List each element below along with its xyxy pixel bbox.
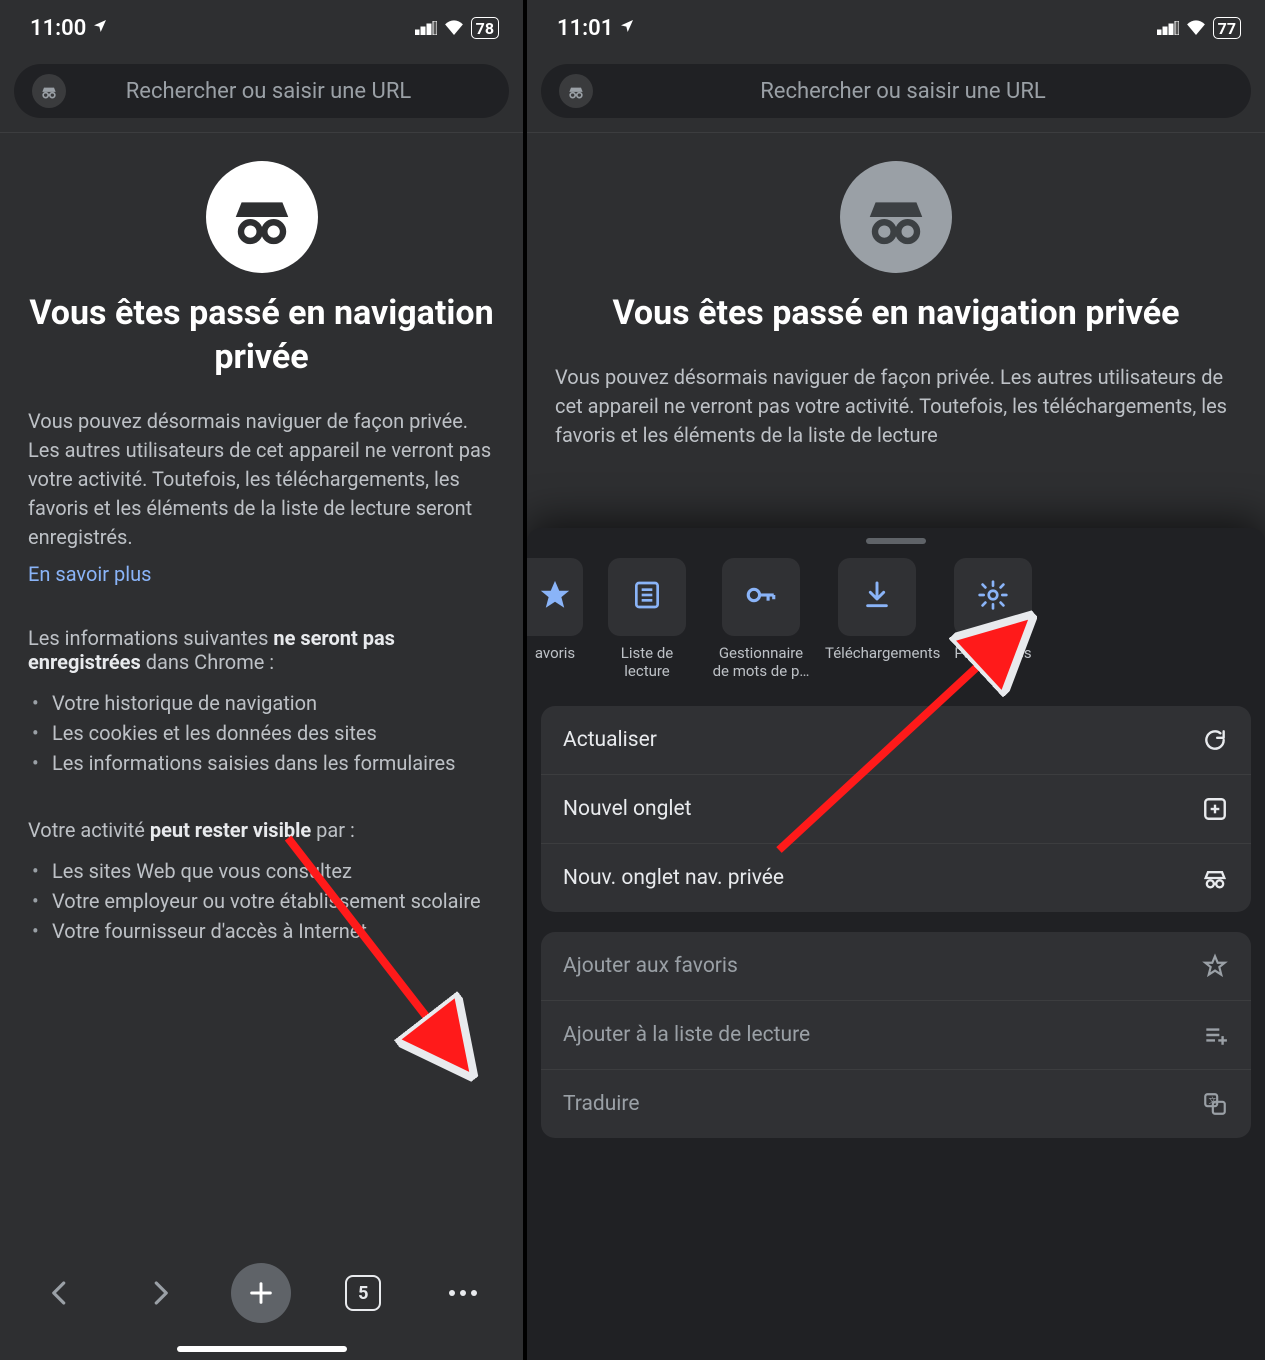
intro-paragraph: Vous pouvez désormais naviguer de façon … xyxy=(555,363,1237,450)
menu-label: Traduire xyxy=(563,1092,639,1116)
not-saved-heading: Les informations suivantes ne seront pas… xyxy=(28,626,495,674)
menu-label: Nouvel onglet xyxy=(563,797,692,821)
shortcut-label: avoris xyxy=(535,644,575,662)
menu-sheet: avoris Liste de lecture Gestionnaire de … xyxy=(527,528,1265,1360)
not-saved-list: Votre historique de navigation Les cooki… xyxy=(28,688,495,778)
incognito-content: Vous êtes passé en navigation privée Vou… xyxy=(527,133,1265,450)
incognito-hero-icon xyxy=(206,161,318,273)
list-item: Les cookies et les données des sites xyxy=(28,718,495,748)
add-list-icon xyxy=(1201,1021,1229,1049)
key-icon xyxy=(744,578,778,616)
status-bar: 11:01 77 xyxy=(527,0,1265,56)
menu-label: Nouv. onglet nav. privée xyxy=(563,866,784,890)
list-item: Les sites Web que vous consultez xyxy=(28,856,495,886)
shortcut-label: Liste de lecture xyxy=(597,644,697,680)
shortcut-label: Gestionnaire de mots de p… xyxy=(711,644,811,680)
incognito-icon xyxy=(32,74,66,108)
incognito-content: Vous êtes passé en navigation privée Vou… xyxy=(0,133,523,946)
shortcut-row[interactable]: avoris Liste de lecture Gestionnaire de … xyxy=(527,558,1265,686)
list-item: Votre historique de navigation xyxy=(28,688,495,718)
more-icon xyxy=(449,1290,477,1296)
back-button[interactable] xyxy=(32,1265,88,1321)
status-time: 11:01 xyxy=(557,16,613,41)
location-icon xyxy=(92,18,108,39)
hero-title: Vous êtes passé en navigation privée xyxy=(612,291,1179,335)
visible-heading: Votre activité peut rester visible par : xyxy=(28,818,495,842)
star-icon xyxy=(538,578,572,616)
list-icon xyxy=(631,579,663,615)
menu-block-secondary: Ajouter aux favoris Ajouter à la liste d… xyxy=(541,932,1251,1138)
omnibox-container: Rechercher ou saisir une URL xyxy=(0,56,523,133)
menu-item-add-reading-list[interactable]: Ajouter à la liste de lecture xyxy=(541,1001,1251,1070)
battery-indicator: 78 xyxy=(471,17,499,39)
shortcut-password-manager[interactable]: Gestionnaire de mots de p… xyxy=(711,558,811,680)
list-item: Votre fournisseur d'accès à Internet xyxy=(28,916,495,946)
translate-icon: 文 xyxy=(1201,1090,1229,1118)
new-tab-button[interactable] xyxy=(231,1263,291,1323)
omnibox-placeholder: Rechercher ou saisir une URL xyxy=(607,79,1199,104)
screenshot-left: 11:00 78 Rechercher ou saisir une URL xyxy=(0,0,527,1360)
menu-item-add-bookmark[interactable]: Ajouter aux favoris xyxy=(541,932,1251,1001)
incognito-icon xyxy=(559,74,593,108)
cellular-icon xyxy=(1157,16,1179,41)
screenshot-right: 11:01 77 Rechercher ou saisir une URL xyxy=(527,0,1265,1360)
learn-more-link[interactable]: En savoir plus xyxy=(28,562,151,586)
incognito-hero-icon xyxy=(840,161,952,273)
svg-text:文: 文 xyxy=(1209,1095,1217,1105)
shortcut-reading-list[interactable]: Liste de lecture xyxy=(597,558,697,680)
menu-label: Ajouter aux favoris xyxy=(563,954,738,978)
omnibox[interactable]: Rechercher ou saisir une URL xyxy=(14,64,509,118)
forward-button[interactable] xyxy=(132,1265,188,1321)
shortcut-label: Paramètres xyxy=(954,644,1031,662)
menu-label: Actualiser xyxy=(563,728,657,752)
hero-title: Vous êtes passé en navigation privée xyxy=(28,291,495,379)
omnibox-placeholder: Rechercher ou saisir une URL xyxy=(80,79,457,104)
location-icon xyxy=(619,18,635,39)
sheet-grabber[interactable] xyxy=(866,538,926,544)
menu-item-translate[interactable]: Traduire 文 xyxy=(541,1070,1251,1138)
refresh-icon xyxy=(1201,726,1229,754)
home-indicator xyxy=(177,1346,347,1352)
gear-icon xyxy=(977,579,1009,615)
list-item: Les informations saisies dans les formul… xyxy=(28,748,495,778)
wifi-icon xyxy=(1185,16,1207,41)
menu-label: Ajouter à la liste de lecture xyxy=(563,1023,810,1047)
shortcut-bookmarks[interactable]: avoris xyxy=(527,558,583,680)
shortcut-label: Téléchargements xyxy=(825,644,929,662)
menu-block-primary: Actualiser Nouvel onglet Nouv. onglet na… xyxy=(541,706,1251,912)
menu-item-new-incognito-tab[interactable]: Nouv. onglet nav. privée xyxy=(541,844,1251,912)
shortcut-downloads[interactable]: Téléchargements xyxy=(825,558,929,680)
plus-box-icon xyxy=(1201,795,1229,823)
omnibox-container: Rechercher ou saisir une URL xyxy=(527,56,1265,133)
omnibox[interactable]: Rechercher ou saisir une URL xyxy=(541,64,1251,118)
download-icon xyxy=(861,579,893,615)
shortcut-settings[interactable]: Paramètres xyxy=(943,558,1043,680)
wifi-icon xyxy=(443,16,465,41)
menu-item-new-tab[interactable]: Nouvel onglet xyxy=(541,775,1251,844)
bottom-toolbar: 5 xyxy=(0,1250,523,1360)
intro-paragraph: Vous pouvez désormais naviguer de façon … xyxy=(28,407,495,552)
incognito-icon xyxy=(1201,864,1229,892)
menu-button[interactable] xyxy=(435,1265,491,1321)
star-outline-icon xyxy=(1201,952,1229,980)
cellular-icon xyxy=(415,16,437,41)
status-time: 11:00 xyxy=(30,16,86,41)
status-bar: 11:00 78 xyxy=(0,0,523,56)
tab-switcher-button[interactable]: 5 xyxy=(335,1265,391,1321)
battery-indicator: 77 xyxy=(1213,17,1241,39)
menu-item-refresh[interactable]: Actualiser xyxy=(541,706,1251,775)
list-item: Votre employeur ou votre établissement s… xyxy=(28,886,495,916)
visible-list: Les sites Web que vous consultez Votre e… xyxy=(28,856,495,946)
